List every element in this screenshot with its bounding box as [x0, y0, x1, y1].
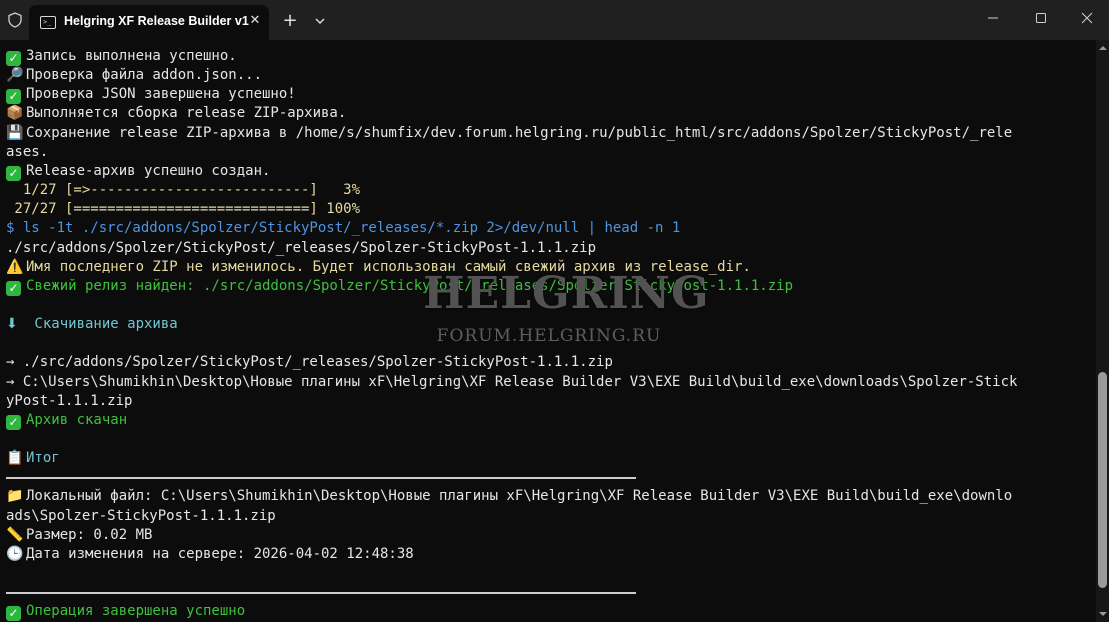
terminal-line: ✓ Release-архив успешно создан. — [6, 162, 270, 181]
terminal-line: ✓ Операция завершена успешно — [6, 602, 246, 622]
terminal-line: $ ls -1t ./src/addons/Spolzer/StickyPost… — [6, 219, 680, 238]
terminal-line-text: Операция завершена успешно — [26, 603, 246, 620]
terminal-line: 📏 Размер: 0.02 MB — [6, 526, 152, 545]
scroll-down-icon[interactable] — [1099, 610, 1107, 618]
terminal-line: 💾 Сохранение release ZIP-архива в /home/s… — [6, 124, 1012, 143]
terminal-line: ✓ Проверка JSON завершена успешно! — [6, 85, 296, 105]
terminal-line: 1/27 [=>--------------------------] 3% — [6, 181, 360, 200]
terminal-line-text: Размер: 0.02 MB — [26, 526, 153, 543]
check-icon: ✓ — [6, 414, 21, 430]
close-tab-icon[interactable]: ✕ — [247, 13, 263, 29]
terminal-line-text: ads\Spolzer-StickyPost-1.1.1.zip — [6, 507, 276, 524]
terminal-line-text: Сохранение release ZIP-архива в /home/s/… — [26, 124, 1013, 141]
check-icon: ✓ — [6, 165, 21, 181]
terminal-line: 📦 Выполняется сборка release ZIP-архива. — [6, 104, 346, 123]
emoji-icon: 📋 — [6, 450, 24, 467]
terminal-line-text: Дата изменения на сервере: 2026-04-02 12… — [26, 545, 414, 562]
terminal-line-text: Запись выполнена успешно. — [26, 48, 237, 64]
terminal-line-text: Итог — [26, 450, 60, 467]
terminal-icon: >_ — [40, 16, 56, 29]
terminal-line: 📁 Локальный файл: C:\Users\Shumikhin\Desk… — [6, 487, 1012, 506]
emoji-icon: 📦 — [6, 105, 24, 122]
terminal-line: ./src/addons/Spolzer/StickyPost/_release… — [6, 239, 596, 258]
tab-terminal[interactable]: >_ Helgring XF Release Builder v1 ✕ — [29, 5, 269, 40]
terminal-line-text: yPost-1.1.1.zip — [6, 392, 133, 409]
new-tab-icon[interactable]: + — [280, 11, 300, 31]
terminal-line: ⬇ Скачивание архива — [6, 315, 178, 334]
terminal-line: → ./src/addons/Spolzer/StickyPost/_relea… — [6, 353, 613, 372]
terminal-line-text: → C:\Users\Shumikhin\Desktop\Новые плаги… — [6, 373, 1018, 390]
check-icon: ✓ — [6, 51, 21, 66]
terminal-line: 27/27 [============================] 100… — [6, 200, 360, 219]
shield-icon[interactable] — [7, 12, 23, 28]
emoji-icon: 📏 — [6, 526, 24, 543]
terminal-line: 🕒 Дата изменения на сервере: 2026-04-02 1… — [6, 545, 414, 564]
terminal-line-text: Release-архив успешно создан. — [26, 162, 271, 179]
terminal-line-text: Проверка файла addon.json... — [26, 67, 263, 84]
separator-line — [6, 477, 636, 480]
separator-line — [6, 592, 636, 595]
emoji-icon: 📁 — [6, 488, 24, 505]
chevron-down-icon[interactable] — [310, 11, 330, 31]
terminal-line: ases. — [6, 143, 48, 162]
terminal-line: ✓ Запись выполнена успешно. — [6, 47, 237, 66]
terminal-line: ✓ Архив скачан — [6, 411, 127, 430]
helgring-watermark: HELGRING FORUM.HELGRING.RU — [423, 268, 710, 346]
emoji-icon: ⬇ — [6, 316, 18, 333]
terminal-line-text: Локальный файл: C:\Users\Shumikhin\Deskt… — [26, 488, 1013, 505]
check-icon: ✓ — [6, 606, 21, 622]
title-bar: >_ Helgring XF Release Builder v1 ✕ + — [0, 0, 1109, 40]
terminal-line-text: → ./src/addons/Spolzer/StickyPost/_relea… — [6, 354, 613, 371]
terminal-line-text: $ ls -1t ./src/addons/Spolzer/StickyPost… — [6, 220, 681, 237]
maximize-icon[interactable] — [1018, 0, 1064, 36]
terminal-line: 🔎 Проверка файла addon.json... — [6, 66, 262, 85]
scroll-up-icon[interactable] — [1099, 44, 1107, 52]
terminal-line: → C:\Users\Shumikhin\Desktop\Новые плаги… — [6, 373, 1017, 392]
terminal-line-text: ./src/addons/Spolzer/StickyPost/_release… — [6, 239, 597, 256]
terminal-line: ads\Spolzer-StickyPost-1.1.1.zip — [6, 507, 276, 526]
terminal-line-text: 27/27 [============================] 100… — [6, 201, 361, 218]
check-icon: ✓ — [6, 89, 21, 105]
emoji-icon: 🔎 — [6, 67, 24, 84]
scrollbar-thumb[interactable] — [1098, 372, 1107, 588]
check-icon: ✓ — [6, 280, 21, 296]
terminal-line-text: Скачивание архива — [26, 316, 178, 333]
emoji-icon: 🕒 — [6, 545, 24, 562]
terminal-line-text: Проверка JSON завершена успешно! — [26, 86, 296, 103]
close-window-icon[interactable] — [1064, 0, 1109, 36]
terminal-line-text: 1/27 [=>--------------------------] 3% — [6, 182, 361, 199]
terminal-line-text: Выполняется сборка release ZIP-архива. — [26, 105, 347, 122]
emoji-icon: ⚠️ — [6, 258, 24, 275]
tab-title: Helgring XF Release Builder v1 — [64, 14, 249, 28]
terminal-line-text: Архив скачан — [26, 411, 128, 428]
terminal-line-text: ases. — [6, 143, 49, 160]
terminal-line: 📋 Итог — [6, 449, 60, 468]
terminal-line: yPost-1.1.1.zip — [6, 392, 132, 411]
emoji-icon: 💾 — [6, 124, 24, 141]
minimize-icon[interactable] — [970, 0, 1016, 36]
